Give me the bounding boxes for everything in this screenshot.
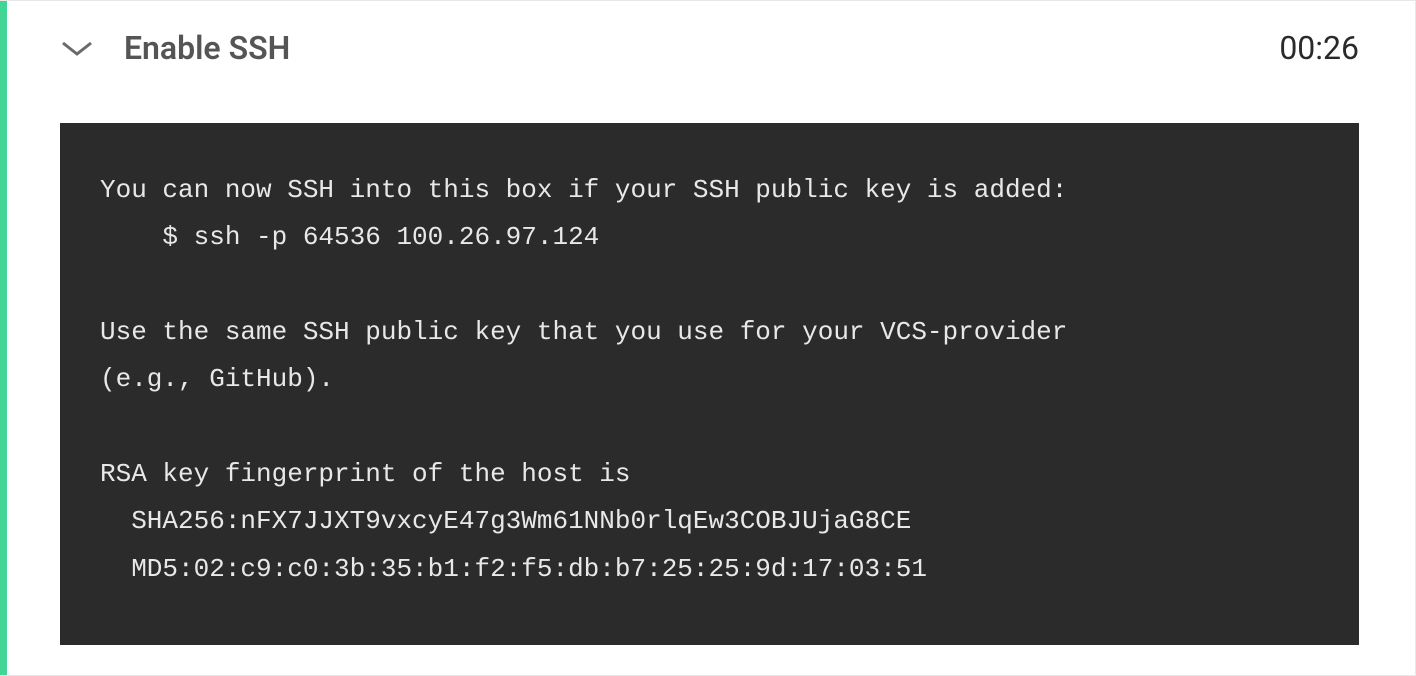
terminal-line: (e.g., GitHub). <box>100 364 334 394</box>
step-panel: Enable SSH 00:26 You can now SSH into th… <box>0 0 1416 676</box>
terminal-output: You can now SSH into this box if your SS… <box>60 123 1359 645</box>
step-duration: 00:26 <box>1279 29 1359 67</box>
terminal-line: RSA key fingerprint of the host is <box>100 459 631 489</box>
terminal-line: MD5:02:c9:c0:3b:35:b1:f2:f5:db:b7:25:25:… <box>100 554 927 584</box>
step-title: Enable SSH <box>124 29 1279 67</box>
terminal-line: $ ssh -p 64536 100.26.97.124 <box>100 222 599 252</box>
terminal-line: SHA256:nFX7JJXT9vxcyE47g3Wm61NNb0rlqEw3C… <box>100 506 911 536</box>
step-header[interactable]: Enable SSH 00:26 <box>0 1 1415 95</box>
terminal-line: Use the same SSH public key that you use… <box>100 317 1067 347</box>
terminal-line: You can now SSH into this box if your SS… <box>100 175 1067 205</box>
chevron-down-icon[interactable] <box>60 37 94 59</box>
